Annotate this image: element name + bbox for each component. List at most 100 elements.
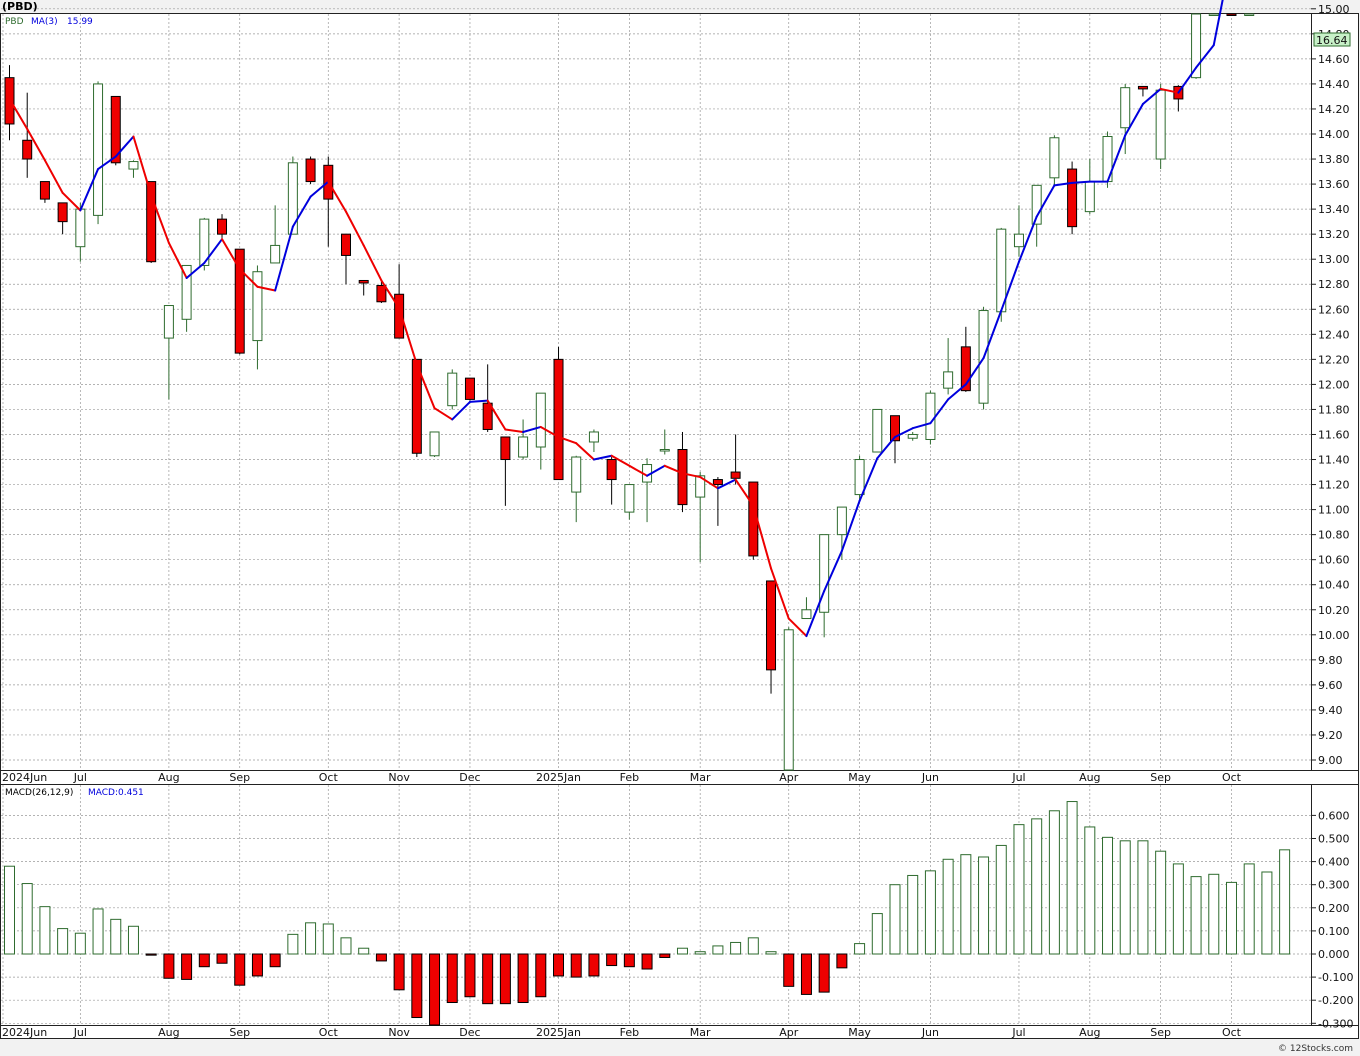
month-label-bottom: Sep: [1150, 1026, 1171, 1039]
macd-bar-positive: [57, 928, 69, 955]
macd-bar-negative: [251, 953, 263, 977]
macd-bar-positive: [287, 933, 299, 955]
month-label-bottom: Oct: [319, 1026, 339, 1039]
candle-body: [1244, 13, 1255, 16]
macd-bar-positive: [694, 951, 706, 955]
month-label-bottom: Jun: [921, 1026, 939, 1039]
candle-body: [57, 202, 68, 223]
candle-up: [1244, 13, 1255, 16]
macd-bar-negative: [535, 953, 547, 998]
candle-body: [535, 392, 546, 448]
price-tick-label: 13.80: [1318, 153, 1350, 166]
price-panel: [0, 13, 1312, 771]
price-tick-label: 11.80: [1318, 403, 1350, 416]
macd-tick-label: 0.500: [1318, 833, 1350, 846]
candle-body: [925, 392, 936, 440]
month-label-bottom: Dec: [459, 1026, 480, 1039]
candle-body: [1067, 168, 1078, 228]
legend-ma-label: MA(3): [31, 17, 58, 27]
candle-body: [712, 479, 723, 486]
candle-body: [1226, 13, 1237, 16]
month-label-top: Sep: [1150, 771, 1171, 784]
candle-up: [447, 369, 458, 410]
macd-bar-negative: [800, 953, 812, 995]
candle-body: [464, 377, 475, 400]
candle-body: [75, 208, 86, 248]
macd-bar-negative: [234, 953, 246, 986]
macd-tick-label: 0.100: [1318, 925, 1350, 938]
candle-body: [854, 459, 865, 496]
month-label-bottom: Sep: [229, 1026, 250, 1039]
candle-body: [128, 161, 139, 170]
price-tick-label: 10.20: [1318, 604, 1350, 617]
candle-body: [305, 158, 316, 183]
month-label-bottom: Mar: [690, 1026, 711, 1039]
candle-body: [943, 371, 954, 389]
candle-down: [1226, 13, 1237, 16]
month-label-top: 2024Jun: [2, 771, 47, 784]
macd-tick-label: 0.000: [1318, 948, 1350, 961]
last-price-label: 16.64: [1316, 34, 1348, 47]
macd-bar-positive: [21, 883, 33, 955]
price-tick-label: 10.80: [1318, 529, 1350, 542]
macd-bar-negative: [783, 953, 795, 987]
candle-body: [1013, 233, 1024, 248]
macd-bar-negative: [216, 953, 228, 964]
macd-bar-negative: [464, 953, 476, 998]
candle-body: [766, 580, 777, 671]
price-tick-label: 14.60: [1318, 53, 1350, 66]
month-label-bottom: Aug: [1079, 1026, 1100, 1039]
macd-bar-positive: [358, 947, 370, 955]
month-label-top: Apr: [779, 771, 799, 784]
macd-bar-positive: [1208, 873, 1220, 955]
macd-bar-negative: [393, 953, 405, 991]
candle-body: [270, 244, 281, 264]
candle-body: [287, 162, 298, 235]
macd-bar-positive: [1172, 863, 1184, 955]
candle-body: [624, 484, 635, 513]
candle-body: [1137, 85, 1148, 90]
candle-body: [872, 408, 883, 453]
macd-bar-negative: [641, 953, 653, 970]
month-label-top: Feb: [620, 771, 639, 784]
month-label-bottom: Nov: [388, 1026, 410, 1039]
candle-body: [606, 459, 617, 481]
macd-bar-positive: [907, 874, 919, 955]
macd-bar-positive: [995, 844, 1007, 955]
price-tick-label: 14.00: [1318, 128, 1350, 141]
price-tick-label: 14.40: [1318, 78, 1350, 91]
month-label-top: Sep: [229, 771, 250, 784]
macd-bar-positive: [924, 870, 936, 955]
candle-down: [553, 346, 564, 481]
macd-bar-positive: [765, 951, 777, 955]
price-tick-label: 9.20: [1318, 729, 1343, 742]
macd-bar-positive: [730, 941, 742, 955]
macd-bar-negative: [588, 953, 600, 977]
candle-body: [1208, 13, 1219, 16]
macd-bar-positive: [1102, 836, 1114, 955]
candle-body: [783, 629, 794, 771]
candle-down: [110, 95, 121, 166]
month-label-top: Mar: [690, 771, 711, 784]
macd-bar-negative: [181, 953, 193, 980]
macd-bar-positive: [1225, 881, 1237, 955]
macd-tick-label: -0.100: [1318, 971, 1353, 984]
candle-down: [748, 481, 759, 560]
chart-title: (PBD): [2, 0, 38, 13]
month-label-top: Nov: [388, 771, 410, 784]
price-tick-label: 13.60: [1318, 178, 1350, 191]
candle-body: [39, 181, 50, 200]
price-tick-label: 11.20: [1318, 479, 1350, 492]
month-label-top: Aug: [158, 771, 179, 784]
price-tick-label: 12.00: [1318, 378, 1350, 391]
macd-tick-label: 0.200: [1318, 902, 1350, 915]
macd-bar-positive: [1119, 840, 1131, 955]
candle-up: [783, 627, 794, 771]
macd-bar-negative: [429, 953, 441, 1026]
macd-bar-positive: [39, 906, 51, 955]
price-tick-label: 9.00: [1318, 754, 1343, 767]
price-tick-label: 14.20: [1318, 103, 1350, 116]
candle-body: [588, 431, 599, 443]
macd-bar-positive: [747, 937, 759, 955]
month-label-top: Oct: [319, 771, 339, 784]
